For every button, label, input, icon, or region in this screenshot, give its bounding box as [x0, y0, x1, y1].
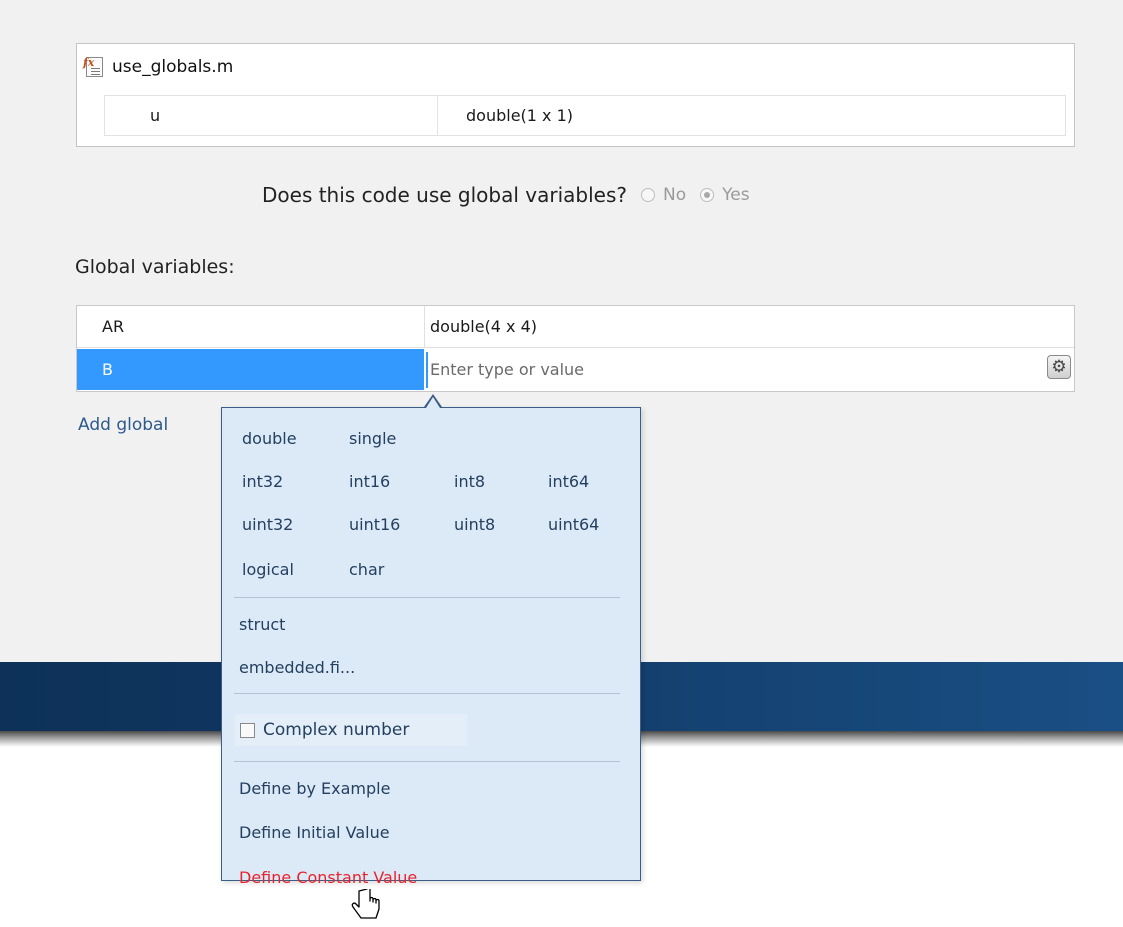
input-type[interactable]: double(1 x 1) — [438, 106, 573, 125]
hand-pointer-icon — [351, 889, 380, 919]
table-row-selected[interactable]: B ⚙ — [77, 349, 1074, 390]
table-row[interactable]: AR double(4 x 4) — [77, 306, 1074, 348]
type-option-logical[interactable]: logical — [242, 560, 294, 579]
global-variables-label: Global variables: — [75, 256, 235, 278]
matlab-function-icon: fx — [83, 56, 105, 78]
gear-icon[interactable]: ⚙ — [1047, 355, 1071, 379]
radio-label-yes: Yes — [722, 185, 750, 205]
complex-number-checkbox[interactable] — [240, 722, 255, 738]
define-constant-value-option[interactable]: Define Constant Value — [239, 868, 417, 887]
type-option-int32[interactable]: int32 — [242, 472, 283, 491]
type-option-char[interactable]: char — [349, 560, 384, 579]
define-initial-value-option[interactable]: Define Initial Value — [239, 823, 390, 842]
type-option-uint32[interactable]: uint32 — [242, 515, 293, 534]
input-row-u[interactable]: u double(1 x 1) — [104, 95, 1066, 136]
file-header: fx use_globals.m — [83, 53, 233, 81]
question-text: Does this code use global variables? — [262, 183, 627, 207]
complex-number-option[interactable]: Complex number — [235, 714, 467, 746]
popup-pointer-fill — [426, 397, 440, 408]
global-name[interactable]: B — [77, 349, 424, 390]
type-option-struct[interactable]: struct — [239, 615, 285, 634]
add-global-link[interactable]: Add global — [78, 415, 168, 435]
radio-label-no: No — [663, 185, 687, 205]
radio-option-no[interactable]: No — [641, 185, 686, 205]
global-variables-table: AR double(4 x 4) B ⚙ — [76, 305, 1075, 392]
type-option-uint16[interactable]: uint16 — [349, 515, 400, 534]
function-inputs-panel: fx use_globals.m u double(1 x 1) — [76, 43, 1075, 147]
type-option-double[interactable]: double — [242, 429, 297, 448]
type-option-int8[interactable]: int8 — [454, 472, 485, 491]
input-name: u — [150, 106, 161, 125]
type-option-int16[interactable]: int16 — [349, 472, 390, 491]
menu-divider — [234, 693, 620, 694]
type-option-int64[interactable]: int64 — [548, 472, 589, 491]
radio-no[interactable] — [641, 188, 655, 202]
define-by-example-option[interactable]: Define by Example — [239, 779, 390, 798]
type-option-embedded-fi[interactable]: embedded.fi... — [239, 658, 355, 677]
complex-number-label: Complex number — [263, 720, 410, 740]
globals-question: Does this code use global variables? No … — [262, 180, 750, 210]
radio-option-yes[interactable]: Yes — [700, 185, 750, 205]
menu-divider — [234, 597, 620, 598]
menu-divider — [234, 761, 620, 762]
type-popup-menu: double single int32 int16 int8 int64 uin… — [221, 407, 641, 887]
type-value-input[interactable] — [426, 351, 1052, 388]
radio-yes[interactable] — [700, 188, 715, 202]
type-option-uint8[interactable]: uint8 — [454, 515, 495, 534]
global-type[interactable]: double(4 x 4) — [425, 317, 537, 336]
type-option-uint64[interactable]: uint64 — [548, 515, 599, 534]
file-name: use_globals.m — [112, 57, 234, 77]
type-option-single[interactable]: single — [349, 429, 396, 448]
global-name[interactable]: AR — [77, 306, 424, 347]
